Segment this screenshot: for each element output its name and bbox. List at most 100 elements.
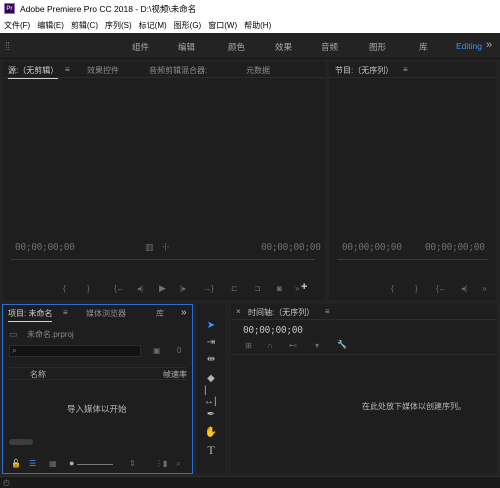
zoom-slider-handle[interactable]: ● bbox=[69, 458, 74, 468]
timeline-menu-icon[interactable]: ≡ bbox=[325, 307, 330, 316]
go-to-in-icon[interactable]: {← bbox=[114, 284, 125, 293]
timeline-drop-hint: 在此处放下媒体以创建序列。 bbox=[362, 402, 466, 411]
menu-graphics[interactable]: 图形(G) bbox=[174, 20, 202, 31]
program-header-divider bbox=[329, 77, 496, 78]
hand-tool-icon[interactable]: ✋ bbox=[204, 425, 218, 439]
status-indicator-icon[interactable]: ◴ bbox=[3, 478, 10, 487]
menu-window[interactable]: 窗口(W) bbox=[208, 20, 237, 31]
go-to-out-icon[interactable]: →} bbox=[203, 284, 214, 293]
program-menu-icon[interactable]: ≡ bbox=[403, 65, 408, 74]
menu-file[interactable]: 文件(F) bbox=[4, 20, 30, 31]
tab-metadata[interactable]: 元数据 bbox=[246, 65, 270, 76]
workspace-tab-editing[interactable]: Editing bbox=[456, 41, 482, 51]
tab-libraries[interactable]: 库 bbox=[156, 308, 164, 319]
workspace-tab-effects[interactable]: 效果 bbox=[275, 41, 292, 53]
timeline-settings-icon[interactable]: 🔧 bbox=[337, 340, 347, 349]
step-back-icon[interactable]: ◂| bbox=[137, 284, 143, 293]
overwrite-icon[interactable]: ⊐ bbox=[254, 284, 261, 293]
timeline-timecode[interactable]: 00;00;00;00 bbox=[243, 325, 303, 336]
program-timecode-in[interactable]: 00;00;00;00 bbox=[342, 242, 402, 253]
razor-tool-icon[interactable]: ◆ bbox=[204, 371, 218, 385]
add-marker-icon[interactable]: ▾ bbox=[315, 341, 319, 350]
workspace-tab-color[interactable]: 颜色 bbox=[228, 41, 245, 53]
source-menu-icon[interactable]: ≡ bbox=[65, 65, 70, 74]
source-time-ruler[interactable] bbox=[11, 259, 315, 260]
timeline-ruler[interactable] bbox=[231, 354, 497, 355]
menu-marker[interactable]: 标记(M) bbox=[139, 20, 167, 31]
program-overflow-icon[interactable]: » bbox=[482, 284, 486, 293]
menu-help[interactable]: 帮助(H) bbox=[244, 20, 271, 31]
mark-in-icon[interactable]: { bbox=[63, 284, 66, 293]
program-time-ruler[interactable] bbox=[337, 259, 488, 260]
source-timecode-in[interactable]: 00;00;00;00 bbox=[15, 242, 75, 253]
timeline-close-icon[interactable]: × bbox=[236, 307, 241, 316]
icon-view-icon[interactable]: ▦ bbox=[49, 459, 57, 468]
type-tool-icon[interactable]: T bbox=[204, 443, 218, 457]
menu-sequence[interactable]: 序列(S) bbox=[105, 20, 132, 31]
program-timecode-out: 00;00;00;00 bbox=[425, 242, 485, 253]
list-header-divider bbox=[9, 367, 186, 368]
tab-effect-controls[interactable]: 效果控件 bbox=[87, 65, 119, 76]
menu-bar: 文件(F) 编辑(E) 剪辑(C) 序列(S) 标记(M) 图形(G) 窗口(W… bbox=[0, 17, 500, 33]
menu-clip[interactable]: 剪辑(C) bbox=[71, 20, 98, 31]
program-mark-in-icon[interactable]: { bbox=[391, 284, 394, 293]
tab-program[interactable]: 节目:（无序列） bbox=[335, 65, 393, 76]
drag-grip-icon[interactable] bbox=[6, 42, 9, 50]
list-view-icon[interactable]: ☰ bbox=[29, 459, 36, 468]
project-overflow-icon[interactable]: » bbox=[181, 307, 187, 318]
item-count: 0 bbox=[177, 346, 182, 355]
new-search-bin-icon[interactable]: ▣ bbox=[153, 346, 161, 355]
premiere-logo-icon: Pr bbox=[4, 3, 15, 14]
tab-project[interactable]: 项目: 未命名 bbox=[8, 308, 53, 322]
find-icon[interactable]: ⌕ bbox=[176, 459, 180, 469]
automate-to-sequence-icon[interactable]: ⋮▮ bbox=[155, 459, 167, 468]
ripple-edit-tool-icon[interactable]: ⇹ bbox=[204, 352, 218, 366]
workspace-tab-assembly[interactable]: 组件 bbox=[132, 41, 149, 53]
zoom-slider[interactable] bbox=[77, 464, 113, 465]
program-mark-out-icon[interactable]: } bbox=[415, 284, 418, 293]
selection-tool-icon[interactable]: ➤ bbox=[204, 318, 218, 332]
menu-edit[interactable]: 编辑(E) bbox=[37, 20, 64, 31]
step-forward-icon[interactable]: |▸ bbox=[180, 284, 186, 293]
lock-icon[interactable]: 🔓 bbox=[11, 459, 21, 468]
tools-panel: ➤ ⇥ ⇹ ◆ |↔| ✒ ✋ T bbox=[197, 304, 225, 474]
project-search-input[interactable]: ⌕ bbox=[9, 345, 141, 357]
workspace-tab-graphics[interactable]: 图形 bbox=[369, 41, 386, 53]
search-icon: ⌕ bbox=[12, 346, 17, 355]
window-title: Adobe Premiere Pro CC 2018 - D:\视频\未命名 bbox=[20, 3, 197, 14]
bin-icon: ▭ bbox=[9, 329, 18, 339]
nest-icon[interactable]: ⊞ bbox=[245, 341, 252, 350]
timeline-panel: × 时间轴:（无序列） ≡ 00;00;00;00 ⊞ ∩ ⊷ ▾ 🔧 在此处放… bbox=[231, 304, 497, 474]
insert-icon[interactable]: ⊏ bbox=[231, 284, 238, 293]
status-bar: ◴ bbox=[0, 476, 500, 488]
trim-icon[interactable]: -|- bbox=[162, 242, 169, 251]
sort-icon[interactable]: ⇕ bbox=[129, 459, 136, 468]
button-editor-icon[interactable]: » bbox=[295, 284, 299, 293]
tab-media-browser[interactable]: 媒体浏览器 bbox=[86, 308, 126, 319]
project-menu-icon[interactable]: ≡ bbox=[63, 308, 68, 317]
pen-tool-icon[interactable]: ✒ bbox=[204, 407, 218, 421]
source-timecode-out: 00;00;00;00 bbox=[261, 242, 321, 253]
workspace-tab-edit[interactable]: 编辑 bbox=[178, 41, 195, 53]
project-panel: 项目: 未命名 ≡ 媒体浏览器 库 » ▭ 未命名.prproj ⌕ ▣ 0 名… bbox=[2, 304, 193, 474]
add-button[interactable]: + bbox=[301, 281, 307, 293]
play-icon[interactable]: ▶ bbox=[159, 283, 166, 294]
project-file-name: 未命名.prproj bbox=[27, 330, 74, 339]
tab-audio-clip-mixer[interactable]: 音频剪辑混合器: bbox=[149, 65, 207, 76]
slip-tool-icon[interactable]: |↔| bbox=[204, 385, 218, 407]
workspace-overflow-icon[interactable]: » bbox=[486, 39, 492, 51]
program-monitor-panel: 节目:（无序列） ≡ 00;00;00;00 00;00;00;00 { } {… bbox=[329, 62, 496, 300]
workspace-tab-audio[interactable]: 音频 bbox=[321, 41, 338, 53]
workspace-tab-libraries[interactable]: 库 bbox=[419, 41, 428, 53]
export-frame-icon[interactable]: ◙ bbox=[277, 284, 282, 293]
track-select-tool-icon[interactable]: ⇥ bbox=[204, 335, 218, 349]
horizontal-scrollbar[interactable] bbox=[9, 439, 33, 445]
tab-timeline[interactable]: 时间轴:（无序列） bbox=[248, 307, 314, 318]
program-step-back-icon[interactable]: ◂| bbox=[461, 284, 467, 293]
linked-selection-icon[interactable]: ⊷ bbox=[289, 341, 297, 350]
safe-margin-icon[interactable]: ▥ bbox=[145, 242, 154, 253]
workspace-bar: 组件 编辑 颜色 效果 音频 图形 库 Editing » bbox=[0, 33, 500, 59]
mark-out-icon[interactable]: } bbox=[87, 284, 90, 293]
program-go-to-in-icon[interactable]: {← bbox=[436, 284, 447, 293]
snap-icon[interactable]: ∩ bbox=[267, 341, 273, 350]
